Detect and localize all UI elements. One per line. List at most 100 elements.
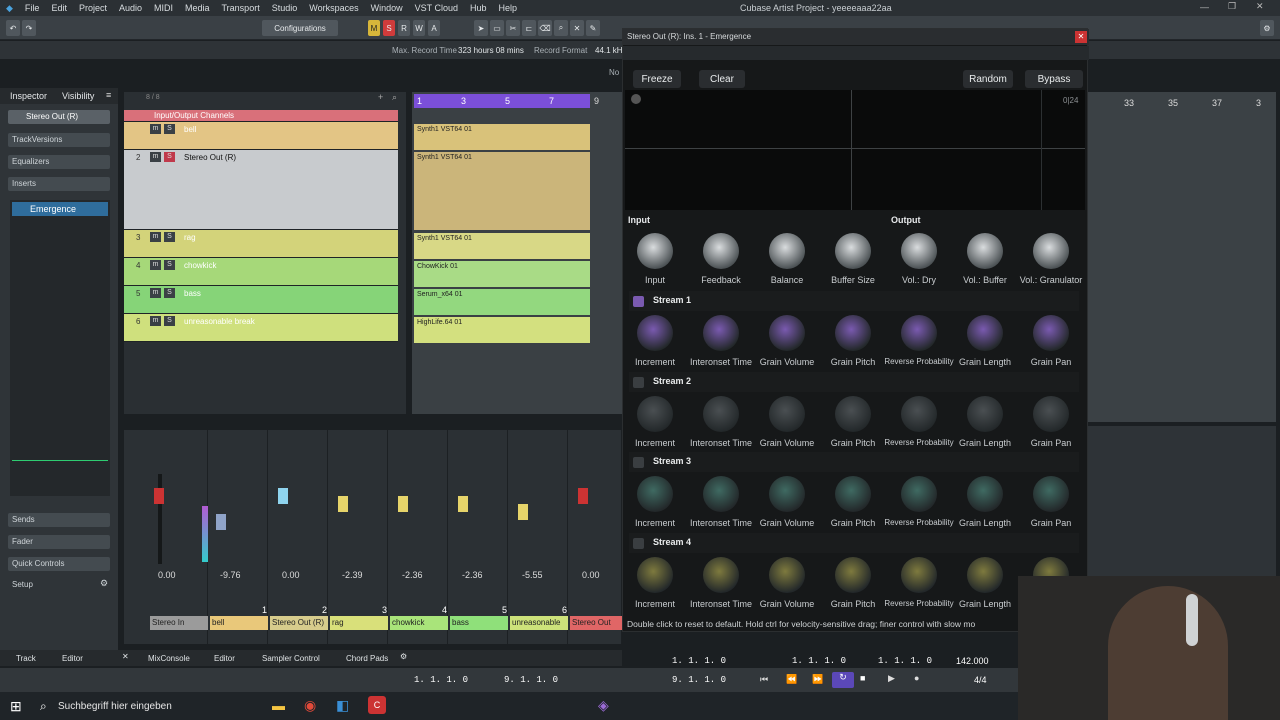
channel-chowkick[interactable]: -2.36 chowkick 4 [390, 430, 448, 644]
stream-1-toggle[interactable] [633, 296, 644, 307]
track-bass-mute[interactable]: m [150, 288, 161, 298]
file-explorer-icon[interactable]: ▬ [272, 698, 285, 713]
inspector-fader[interactable]: Fader [8, 535, 110, 549]
menu-transport[interactable]: Transport [216, 3, 266, 13]
fader-handle[interactable] [338, 496, 348, 512]
draw-tool-icon[interactable]: ✎ [586, 20, 600, 36]
track-chowkick-mute[interactable]: m [150, 260, 161, 270]
primary-position[interactable]: 1. 1. 1. 0 [672, 656, 726, 666]
setup-gear-icon[interactable]: ⚙ [100, 578, 108, 589]
cycle-icon[interactable]: ↻ [832, 672, 854, 688]
track-stereo-out-mute[interactable]: m [150, 152, 161, 162]
buffer-scope-display[interactable]: 0|24 [625, 90, 1085, 210]
close-window-icon[interactable]: ✕ [1256, 1, 1264, 12]
stream-1-knob-0[interactable] [637, 315, 673, 351]
stream-2-knob-0[interactable] [637, 395, 673, 432]
stream-1-knob-4[interactable] [901, 315, 937, 351]
fast-forward-icon[interactable]: ⏩ [812, 674, 823, 685]
play-icon[interactable]: ▶ [888, 673, 895, 684]
tab-visibility[interactable]: Visibility [52, 91, 94, 105]
write-button[interactable]: W [413, 20, 425, 36]
part-bass[interactable]: Serum_x64 01 [414, 289, 590, 315]
channel-stereo-in[interactable]: 0.00 Stereo In [150, 430, 208, 644]
stream-2-knob-3[interactable] [835, 395, 871, 432]
stop-icon[interactable]: ■ [860, 673, 865, 683]
stream-4-toggle[interactable] [633, 537, 644, 549]
knob-io-0[interactable] [637, 233, 673, 269]
fast-rewind-icon[interactable]: ⏪ [786, 674, 797, 685]
windows-start-icon[interactable]: ⊞ [10, 698, 22, 715]
stream-2-knob-6[interactable] [1033, 395, 1069, 432]
minimize-icon[interactable]: — [1200, 2, 1209, 12]
stream-3-knob-3[interactable] [835, 476, 871, 512]
track-rag-mute[interactable]: m [150, 232, 161, 242]
stream-1-knob-3[interactable] [835, 315, 871, 351]
stream-4-knob-3[interactable] [835, 556, 871, 593]
fader-handle[interactable] [278, 488, 288, 504]
channel-bass[interactable]: -2.36 bass 5 [450, 430, 508, 644]
pointer-tool-icon[interactable]: ➤ [474, 20, 488, 36]
stream-4-knob-2[interactable] [769, 556, 805, 593]
track-unreasonable-solo[interactable]: S [164, 316, 175, 326]
rewind-icon[interactable]: ⏮ [760, 674, 768, 685]
tab-editor[interactable]: Editor [214, 654, 235, 663]
restore-icon[interactable]: ❐ [1228, 1, 1236, 12]
track-bass-solo[interactable]: S [164, 288, 175, 298]
bypass-button[interactable]: Bypass [1025, 70, 1083, 88]
tab-track[interactable]: Track [16, 654, 36, 663]
stream-1-knob-1[interactable] [703, 315, 739, 351]
inspector-track-name[interactable]: Stereo Out (R) [8, 110, 110, 124]
menu-media[interactable]: Media [179, 3, 216, 13]
fader-handle[interactable] [154, 488, 164, 504]
stream-2-knob-5[interactable] [967, 395, 1003, 432]
freeze-button[interactable]: Freeze [633, 70, 681, 88]
inspector-trackversions[interactable]: TrackVersions [8, 133, 110, 147]
menu-icon[interactable]: ≡ [106, 90, 111, 100]
configurations-button[interactable]: Configurations [262, 20, 338, 36]
knob-io-6[interactable] [1033, 233, 1069, 269]
channel-rag[interactable]: -2.39 rag 3 [330, 430, 388, 644]
glue-tool-icon[interactable]: ⊏ [522, 20, 536, 36]
part-stereo-out[interactable]: Synth1 VST64 01 [414, 152, 590, 230]
stream-2-knob-2[interactable] [769, 395, 805, 432]
stream-4-knob-0[interactable] [637, 556, 673, 593]
range-tool-icon[interactable]: ▭ [490, 20, 504, 36]
tempo-display[interactable]: 142.000 [956, 656, 989, 666]
right-locator[interactable]: 9. 1. 1. 0 [504, 675, 558, 685]
tab-sampler-control[interactable]: Sampler Control [262, 654, 320, 663]
mute-all-button[interactable]: M [368, 20, 380, 36]
track-chowkick[interactable]: 4 m S chowkick [124, 258, 398, 286]
cubase-icon[interactable]: C [368, 696, 386, 714]
stream-3-knob-2[interactable] [769, 476, 805, 512]
menu-audio[interactable]: Audio [113, 3, 148, 13]
tab-inspector[interactable]: Inspector [0, 91, 47, 105]
plugin-title-bar[interactable]: Stereo Out (R): Ins. 1 - Emergence [623, 29, 1089, 45]
app-icon[interactable]: ◧ [336, 697, 349, 714]
tab-mixconsole[interactable]: MixConsole [148, 654, 190, 663]
fader-handle[interactable] [578, 488, 588, 504]
inspector-sends[interactable]: Sends [8, 513, 110, 527]
track-unreasonable-break[interactable]: 6 m S unreasonable break [124, 314, 398, 342]
part-rag[interactable]: Synth1 VST64 01 [414, 233, 590, 259]
stream-4-knob-5[interactable] [967, 556, 1003, 593]
menu-project[interactable]: Project [73, 3, 113, 13]
stream-3-knob-5[interactable] [967, 476, 1003, 512]
stream-1-knob-5[interactable] [967, 315, 1003, 351]
undo-icon[interactable]: ↶ [6, 20, 20, 36]
fader-handle[interactable] [458, 496, 468, 512]
stream-3-knob-1[interactable] [703, 476, 739, 512]
menu-vstcloud[interactable]: VST Cloud [409, 3, 464, 13]
a-button[interactable]: A [428, 20, 440, 36]
menu-window[interactable]: Window [365, 3, 409, 13]
inspector-quick-controls[interactable]: Quick Controls [8, 557, 110, 571]
random-button[interactable]: Random [963, 70, 1013, 88]
toolbar-settings-icon[interactable]: ⚙ [1260, 20, 1274, 36]
stream-3-knob-6[interactable] [1033, 476, 1069, 512]
track-rag[interactable]: 3 m S rag [124, 230, 398, 258]
stream-3-knob-0[interactable] [637, 476, 673, 512]
chrome-icon[interactable]: ◉ [304, 697, 316, 714]
channel-unreasonable[interactable]: -5.55 unreasonable 6 [510, 430, 568, 644]
inspector-equalizers[interactable]: Equalizers [8, 155, 110, 169]
track-bass[interactable]: 5 m S bass [124, 286, 398, 314]
taskbar-search-icon[interactable]: ⌕ [40, 699, 47, 714]
